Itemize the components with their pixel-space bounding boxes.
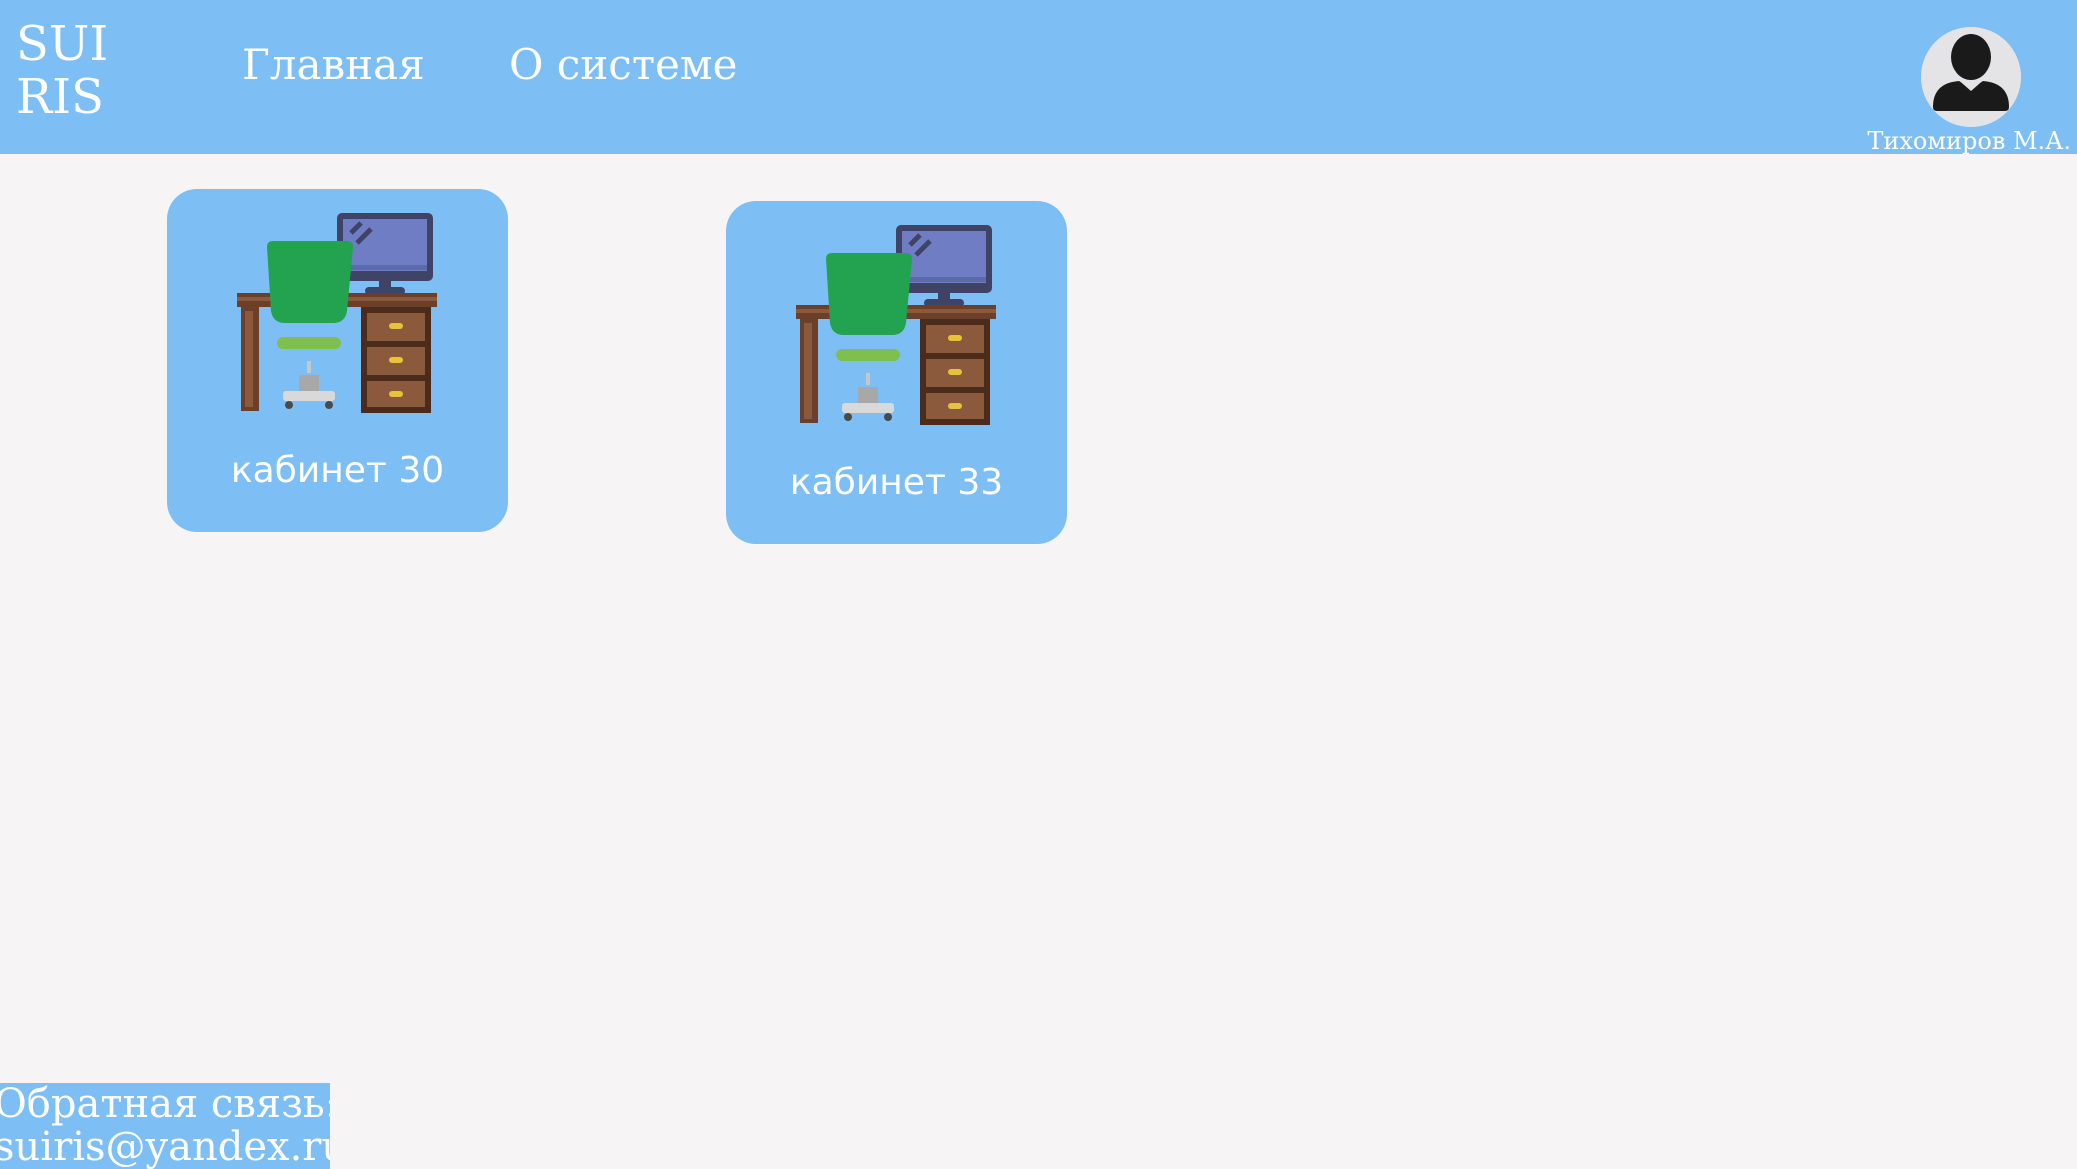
user-avatar-icon[interactable] [1921, 27, 2021, 127]
top-navbar: SUI RIS Главная О системе Тихомиров М.А. [0, 0, 2077, 156]
nav-link-home[interactable]: Главная [242, 38, 425, 92]
nav-link-about[interactable]: О системе [509, 38, 737, 92]
office-desk-icon [796, 225, 996, 425]
office-desk-icon [237, 213, 437, 413]
feedback-box: Обратная связь: suiris@yandex.ru [0, 1083, 330, 1169]
room-label: кабинет 30 [230, 450, 445, 491]
room-label: кабинет 33 [789, 462, 1004, 503]
logo-line-1: SUI [16, 16, 109, 72]
room-card-33[interactable]: кабинет 33 [726, 201, 1067, 544]
app-logo[interactable]: SUI RIS [16, 18, 108, 124]
user-name[interactable]: Тихомиров М.А. [1867, 126, 2071, 156]
feedback-email-link[interactable]: suiris@yandex.ru [0, 1125, 330, 1169]
room-card-30[interactable]: кабинет 30 [167, 189, 508, 532]
feedback-label: Обратная связь: [0, 1083, 330, 1127]
logo-line-2: RIS [16, 69, 104, 125]
